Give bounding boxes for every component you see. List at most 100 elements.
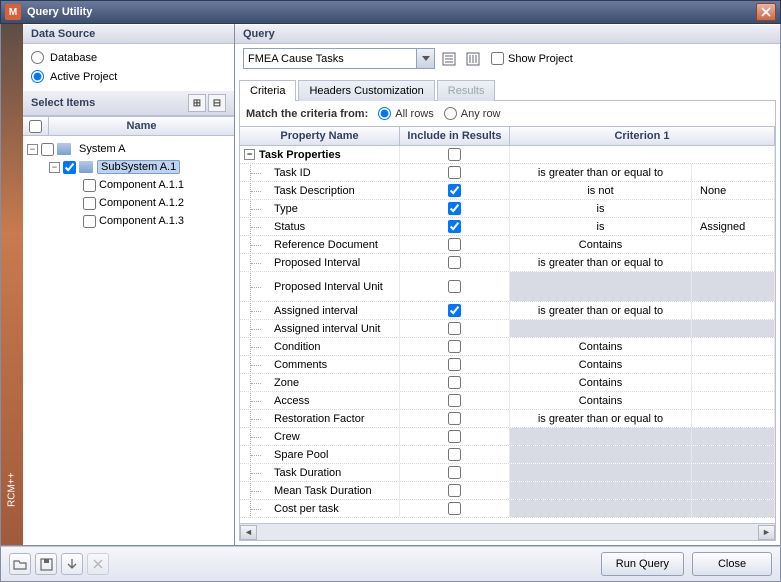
expand-all-icon[interactable]: ⊞	[188, 94, 206, 112]
grid-row[interactable]: Mean Task Duration	[240, 482, 775, 500]
criterion-value-cell[interactable]	[692, 236, 775, 253]
criterion-value-cell[interactable]	[692, 464, 775, 481]
collapse-icon[interactable]: −	[244, 149, 255, 160]
tab-criteria[interactable]: Criteria	[239, 80, 296, 101]
criterion-value-cell[interactable]	[692, 392, 775, 409]
criterion-cell[interactable]: is	[510, 200, 692, 217]
include-checkbox[interactable]	[448, 394, 461, 407]
criterion-value-cell[interactable]	[692, 302, 775, 319]
criterion-cell[interactable]	[510, 320, 692, 337]
include-checkbox[interactable]	[448, 322, 461, 335]
grid-row[interactable]: Task Description is not None	[240, 182, 775, 200]
grid-row[interactable]: Proposed Interval is greater than or equ…	[240, 254, 775, 272]
all-rows-radio[interactable]: All rows	[378, 107, 434, 120]
any-row-radio[interactable]: Any row	[444, 107, 501, 120]
tree-node-subsystem[interactable]: − SubSystem A.1	[27, 158, 230, 176]
criterion-cell[interactable]	[510, 446, 692, 463]
select-all-checkbox[interactable]	[23, 117, 49, 135]
grid-row[interactable]: Crew	[240, 428, 775, 446]
criterion-value-cell[interactable]	[692, 482, 775, 499]
grid-row[interactable]: Cost per task	[240, 500, 775, 518]
show-project-checkbox[interactable]: Show Project	[491, 52, 573, 65]
grid-row[interactable]: Type is	[240, 200, 775, 218]
criterion-value-cell[interactable]	[692, 272, 775, 301]
include-checkbox[interactable]	[448, 448, 461, 461]
criterion-value-cell[interactable]	[692, 410, 775, 427]
include-checkbox[interactable]	[448, 202, 461, 215]
grid-row[interactable]: Zone Contains	[240, 374, 775, 392]
criterion-value-cell[interactable]	[692, 500, 775, 517]
grid-row[interactable]: Comments Contains	[240, 356, 775, 374]
grid-row[interactable]: Task ID is greater than or equal to	[240, 164, 775, 182]
collapse-icon[interactable]: −	[49, 162, 60, 173]
grid-row[interactable]: Task Duration	[240, 464, 775, 482]
grid-row[interactable]: Spare Pool	[240, 446, 775, 464]
tree-checkbox[interactable]	[63, 161, 76, 174]
include-checkbox[interactable]	[448, 430, 461, 443]
tree-node-component[interactable]: Component A.1.1	[27, 176, 230, 194]
criterion-cell[interactable]	[510, 500, 692, 517]
include-checkbox[interactable]	[448, 340, 461, 353]
grid-row[interactable]: Reference Document Contains	[240, 236, 775, 254]
criterion-value-cell[interactable]: None	[692, 182, 775, 199]
collapse-icon[interactable]: −	[27, 144, 38, 155]
grid-row[interactable]: Access Contains	[240, 392, 775, 410]
include-checkbox[interactable]	[448, 484, 461, 497]
include-checkbox[interactable]	[448, 376, 461, 389]
criterion-cell[interactable]: is greater than or equal to	[510, 254, 692, 271]
criterion-value-cell[interactable]	[692, 428, 775, 445]
criterion-cell[interactable]	[510, 272, 692, 301]
criterion-cell[interactable]: Contains	[510, 338, 692, 355]
criterion-value-cell[interactable]	[692, 200, 775, 217]
export-icon[interactable]	[61, 553, 83, 575]
grid-row[interactable]: Condition Contains	[240, 338, 775, 356]
criterion-value-cell[interactable]	[692, 374, 775, 391]
criterion-cell[interactable]: Contains	[510, 374, 692, 391]
collapse-all-icon[interactable]: ⊟	[208, 94, 226, 112]
criterion-cell[interactable]: is	[510, 218, 692, 235]
criterion-value-cell[interactable]	[692, 164, 775, 181]
criterion-cell[interactable]: is not	[510, 182, 692, 199]
include-checkbox[interactable]	[448, 166, 461, 179]
include-checkbox[interactable]	[448, 220, 461, 233]
tree-checkbox[interactable]	[41, 143, 54, 156]
include-checkbox[interactable]	[448, 148, 461, 161]
grid-row[interactable]: Restoration Factor is greater than or eq…	[240, 410, 775, 428]
close-window-button[interactable]	[756, 3, 776, 21]
criterion-value-cell[interactable]	[692, 320, 775, 337]
horizontal-scrollbar[interactable]: ◄ ►	[240, 523, 775, 540]
chevron-down-icon[interactable]	[416, 49, 434, 68]
criterion-cell[interactable]: is greater than or equal to	[510, 164, 692, 181]
criterion-cell[interactable]: Contains	[510, 392, 692, 409]
criterion-cell[interactable]	[510, 464, 692, 481]
criterion-cell[interactable]	[510, 482, 692, 499]
reset-icon[interactable]	[87, 553, 109, 575]
include-checkbox[interactable]	[448, 466, 461, 479]
query-tool-icon-2[interactable]	[463, 49, 483, 69]
include-checkbox[interactable]	[448, 304, 461, 317]
include-checkbox[interactable]	[448, 502, 461, 515]
include-checkbox[interactable]	[448, 184, 461, 197]
grid-row[interactable]: Proposed Interval Unit	[240, 272, 775, 302]
tab-headers[interactable]: Headers Customization	[298, 80, 434, 101]
criterion-value-cell[interactable]	[692, 356, 775, 373]
criterion-cell[interactable]: Contains	[510, 356, 692, 373]
query-tool-icon-1[interactable]	[439, 49, 459, 69]
include-checkbox[interactable]	[448, 256, 461, 269]
include-checkbox[interactable]	[448, 412, 461, 425]
query-type-dropdown[interactable]: FMEA Cause Tasks	[243, 48, 435, 69]
tree-checkbox[interactable]	[83, 179, 96, 192]
grid-row[interactable]: Assigned interval is greater than or equ…	[240, 302, 775, 320]
criterion-value-cell[interactable]	[692, 338, 775, 355]
close-button[interactable]: Close	[692, 552, 772, 576]
include-checkbox[interactable]	[448, 280, 461, 293]
include-checkbox[interactable]	[448, 358, 461, 371]
database-radio[interactable]: Database	[31, 48, 226, 67]
tree-node-system[interactable]: − System A	[27, 140, 230, 158]
criterion-cell[interactable]: Contains	[510, 236, 692, 253]
grid-section-row[interactable]: −Task Properties	[240, 146, 775, 164]
criterion-value-cell[interactable]	[692, 254, 775, 271]
grid-row[interactable]: Assigned interval Unit	[240, 320, 775, 338]
include-checkbox[interactable]	[448, 238, 461, 251]
save-icon[interactable]	[35, 553, 57, 575]
